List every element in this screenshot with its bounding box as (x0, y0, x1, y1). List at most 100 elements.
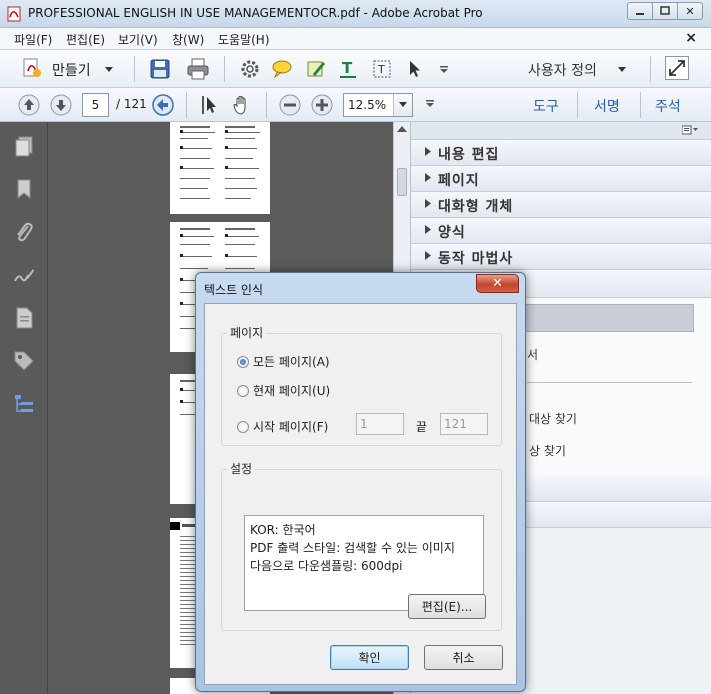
section-label: 양식 (438, 225, 466, 241)
radio-page-range[interactable]: 시작 페이지(F) (237, 418, 328, 435)
print-button[interactable] (186, 57, 210, 81)
hand-tool-button[interactable] (230, 93, 254, 117)
bookmark-icon[interactable] (12, 177, 36, 201)
toolbar-overflow-icon[interactable] (426, 100, 434, 108)
paperclip-icon[interactable] (12, 220, 36, 244)
radio-selected-icon (237, 355, 249, 368)
section-action-wizard[interactable]: 동작 마법사 (411, 244, 711, 270)
section-label: 동작 마법사 (438, 251, 514, 267)
plus-circle-icon (311, 94, 333, 116)
scroll-thumb[interactable] (397, 168, 407, 196)
section-label: 페이지 (438, 173, 480, 189)
select-tool-button[interactable] (403, 57, 427, 81)
page-content-image (180, 126, 260, 199)
highlight-button[interactable] (304, 57, 328, 81)
customize-menu[interactable]: 사용자 정의 (528, 60, 597, 80)
section-pages[interactable]: 페이지 (411, 166, 711, 192)
settings-line-output-style: PDF 출력 스타일: 검색할 수 있는 이미지 (250, 541, 455, 555)
edit-settings-button[interactable]: 편집(E)... (408, 594, 486, 619)
create-menu[interactable]: 만들기 (52, 60, 91, 80)
menu-window[interactable]: 창(W) (172, 31, 204, 48)
cursor-select-icon (202, 96, 216, 114)
zoom-select[interactable]: 12.5% (343, 93, 413, 117)
selected-tool-row[interactable] (521, 304, 694, 332)
chevron-right-icon (425, 251, 431, 260)
pane-options-icon[interactable] (682, 125, 698, 135)
text-select-tool-button[interactable] (198, 93, 222, 117)
cancel-button[interactable]: 취소 (424, 645, 503, 670)
chevron-down-icon (399, 102, 407, 107)
hand-icon (233, 95, 246, 115)
chevron-down-icon (618, 67, 626, 72)
to-page-input[interactable]: 121 (440, 413, 488, 435)
radio-current-page[interactable]: 현재 페이지(U) (237, 382, 330, 399)
pane-item-partial[interactable]: 서 (527, 346, 538, 363)
page-thumbnail[interactable] (170, 122, 270, 214)
document-icon[interactable] (12, 306, 36, 330)
settings-button[interactable] (238, 57, 262, 81)
minimize-button[interactable] (627, 2, 653, 20)
comment-pane-link[interactable]: 주석 (655, 96, 681, 116)
dialog-close-button[interactable]: ✕ (476, 274, 519, 293)
comment-button[interactable] (270, 57, 294, 81)
chevron-right-icon (425, 147, 431, 156)
dialog-body: 페이지 모든 페이지(A) 현재 페이지(U) 시작 페이지(F) 1 끝 12… (204, 303, 517, 685)
menu-view[interactable]: 보기(V) (118, 31, 158, 48)
ok-button[interactable]: 확인 (330, 645, 409, 670)
menu-bar: 파일(F) 편집(E) 보기(V) 창(W) 도움말(H) × (0, 28, 711, 50)
tools-pane-link[interactable]: 도구 (533, 96, 559, 116)
textbox-icon: T (373, 60, 391, 78)
section-content-edit[interactable]: 내용 편집 (411, 140, 711, 166)
zoom-out-button[interactable] (278, 93, 302, 117)
close-document-button[interactable]: × (685, 30, 697, 46)
arrow-down-circle-icon (50, 94, 72, 116)
radio-from-label: 시작 페이지(F) (253, 420, 329, 434)
signature-icon[interactable] (12, 263, 36, 287)
maximize-button[interactable] (652, 2, 678, 20)
section-label: 내용 편집 (438, 147, 500, 163)
create-button-icon[interactable] (20, 56, 44, 80)
text-tool-button[interactable]: T (336, 57, 360, 81)
save-button[interactable] (148, 57, 172, 81)
chevron-down-icon (105, 67, 113, 72)
chevron-right-icon (425, 173, 431, 182)
pane-item-find[interactable]: 대상 찾기 (529, 410, 577, 427)
arrow-up-circle-icon (18, 94, 40, 116)
menu-edit[interactable]: 편집(E) (66, 31, 105, 48)
zoom-dropdown-button[interactable] (393, 94, 412, 116)
from-page-input[interactable]: 1 (356, 413, 404, 435)
page-thumbnails-icon[interactable] (12, 134, 36, 158)
textbox-button[interactable]: T (370, 57, 394, 81)
scroll-up-arrow-icon[interactable] (397, 126, 407, 132)
menu-help[interactable]: 도움말(H) (218, 31, 270, 48)
close-icon: ✕ (685, 4, 695, 18)
main-toolbar: 만들기 T T 사용자 정의 (0, 50, 711, 88)
page-number-input[interactable]: 5 (82, 93, 109, 117)
page-total: / 121 (116, 97, 147, 111)
section-interactive-objects[interactable]: 대화형 개체 (411, 192, 711, 218)
speech-bubble-icon (272, 60, 292, 79)
close-window-button[interactable]: ✕ (677, 2, 703, 20)
previous-page-button[interactable] (17, 93, 41, 117)
menu-file[interactable]: 파일(F) (14, 31, 52, 48)
toolbar-overflow-icon[interactable] (440, 66, 448, 74)
minus-circle-icon (279, 94, 301, 116)
content-tree-icon[interactable] (12, 392, 36, 416)
pane-item-find-2[interactable]: 상 찾기 (529, 442, 566, 459)
sign-pane-link[interactable]: 서명 (594, 96, 620, 116)
zoom-in-button[interactable] (310, 93, 334, 117)
svg-text:T: T (342, 59, 353, 77)
section-forms[interactable]: 양식 (411, 218, 711, 244)
radio-unselected-icon (237, 384, 249, 397)
full-screen-button[interactable] (665, 56, 689, 80)
next-page-button[interactable] (49, 93, 73, 117)
settings-group-label: 설정 (227, 460, 256, 477)
highlighter-icon (307, 61, 325, 77)
tag-icon[interactable] (12, 349, 36, 373)
dialog-title: 텍스트 인식 (204, 283, 264, 297)
chevron-right-icon (425, 225, 431, 234)
go-back-button[interactable] (151, 93, 175, 117)
text-recognition-dialog: 텍스트 인식 ✕ 페이지 모든 페이지(A) 현재 페이지(U) 시작 페이지(… (195, 272, 526, 692)
radio-all-pages[interactable]: 모든 페이지(A) (237, 353, 330, 370)
radio-current-label: 현재 페이지(U) (253, 384, 331, 398)
